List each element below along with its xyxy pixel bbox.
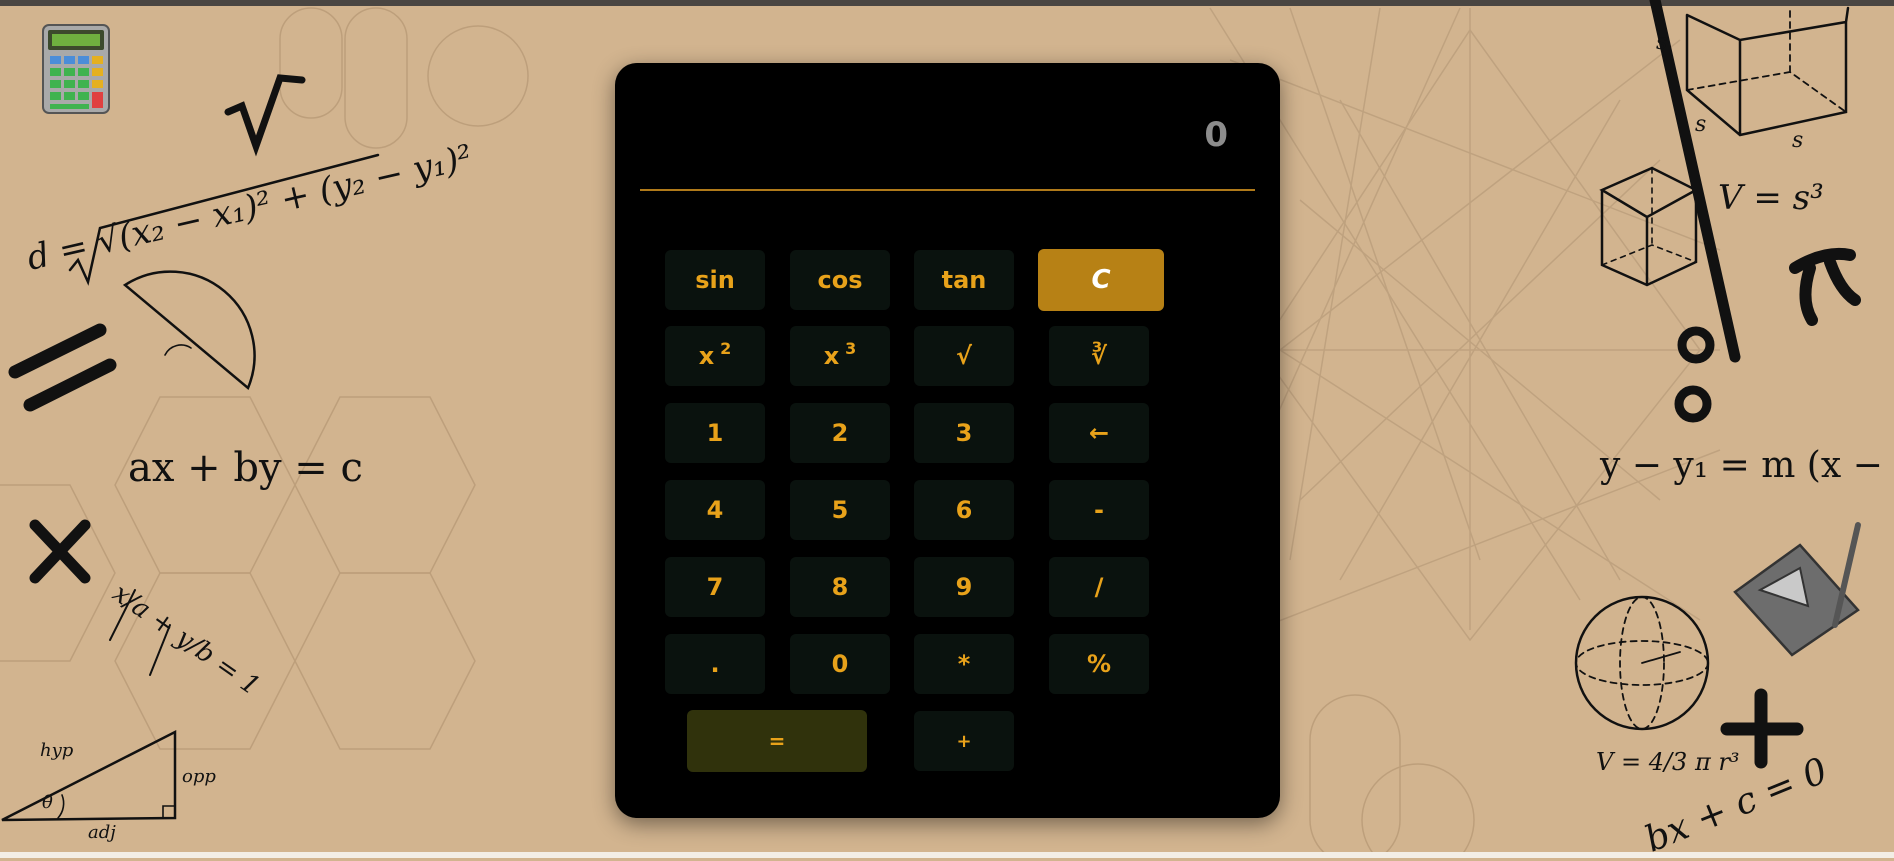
triangle-icon bbox=[1, 729, 177, 822]
square-exponent: 2 bbox=[720, 338, 732, 358]
sin-button[interactable]: sin bbox=[665, 250, 765, 310]
backspace-button[interactable]: ← bbox=[1049, 403, 1149, 463]
linear-equation-doodle: ax + by = c bbox=[128, 445, 363, 491]
equals-button[interactable]: = bbox=[687, 710, 867, 772]
cube-exponent: 3 bbox=[845, 338, 857, 358]
sphere-volume-doodle: V = 4/3 π r³ bbox=[1596, 748, 1740, 776]
cube-icon bbox=[1685, 6, 1850, 137]
triangle-opp-label: opp bbox=[182, 766, 216, 787]
digit-2-button[interactable]: 2 bbox=[790, 403, 890, 463]
tan-button[interactable]: tan bbox=[914, 250, 1014, 310]
digit-3-button[interactable]: 3 bbox=[914, 403, 1014, 463]
digit-6-button[interactable]: 6 bbox=[914, 480, 1014, 540]
cube-edge-label: s bbox=[1656, 30, 1668, 55]
triangle-adj-label: adj bbox=[88, 822, 116, 843]
display-value: 0 bbox=[1204, 115, 1228, 155]
minus-button[interactable]: - bbox=[1049, 480, 1149, 540]
digit-1-button[interactable]: 1 bbox=[665, 403, 765, 463]
square-base: x bbox=[698, 342, 715, 370]
calculator-icon bbox=[42, 24, 110, 114]
digit-0-button[interactable]: 0 bbox=[790, 634, 890, 694]
cube-base: x bbox=[823, 342, 840, 370]
cube-button[interactable]: x3 bbox=[790, 326, 890, 386]
point-slope-doodle: y − y₁ = m (x − x₁) bbox=[1600, 445, 1894, 486]
digit-9-button[interactable]: 9 bbox=[914, 557, 1014, 617]
decimal-button[interactable]: . bbox=[665, 634, 765, 694]
pi-icon bbox=[1789, 247, 1861, 326]
sqrt-button[interactable]: √ bbox=[914, 326, 1014, 386]
cube-edge-label: s bbox=[1695, 112, 1707, 137]
multiply-button[interactable]: * bbox=[914, 634, 1014, 694]
display-divider bbox=[640, 189, 1255, 191]
digit-5-button[interactable]: 5 bbox=[790, 480, 890, 540]
cube-volume-doodle: V = s³ bbox=[1718, 178, 1824, 218]
triangle-hyp-label: hyp bbox=[40, 740, 74, 761]
calculator: 0 sin cos tan C x2 x3 √ ∛ 1 2 3 ← 4 5 6 … bbox=[615, 63, 1280, 818]
clear-button[interactable]: C bbox=[1038, 249, 1164, 311]
protractor-icon bbox=[122, 270, 256, 391]
cube-edge-label: s bbox=[1792, 128, 1804, 153]
square-button[interactable]: x2 bbox=[665, 326, 765, 386]
percent-button[interactable]: % bbox=[1049, 634, 1149, 694]
cos-button[interactable]: cos bbox=[790, 250, 890, 310]
digit-8-button[interactable]: 8 bbox=[790, 557, 890, 617]
triangle-theta-label: θ bbox=[42, 792, 53, 813]
digit-7-button[interactable]: 7 bbox=[665, 557, 765, 617]
divide-button[interactable]: / bbox=[1049, 557, 1149, 617]
bottom-border bbox=[0, 852, 1894, 858]
equals-icon bbox=[8, 323, 107, 379]
cbrt-button[interactable]: ∛ bbox=[1049, 326, 1149, 386]
root-doodle-icon bbox=[224, 74, 306, 157]
plus-button[interactable]: + bbox=[914, 711, 1014, 771]
digit-4-button[interactable]: 4 bbox=[665, 480, 765, 540]
